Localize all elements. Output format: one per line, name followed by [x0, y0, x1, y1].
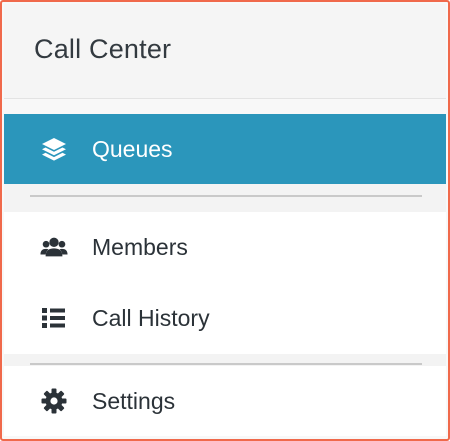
layers-icon — [40, 135, 68, 163]
divider — [30, 195, 422, 197]
nav-item-call-history[interactable]: Call History — [4, 282, 446, 354]
nav-item-settings[interactable]: Settings — [4, 366, 446, 436]
panel-header: Call Center — [4, 4, 446, 99]
nav-item-queues[interactable]: Queues — [4, 114, 446, 184]
divider — [30, 363, 422, 365]
users-icon — [40, 233, 68, 261]
section-gap — [4, 184, 446, 212]
call-center-panel: Call Center Queues Members Call History … — [0, 0, 450, 441]
gear-icon — [40, 387, 68, 415]
nav-item-label: Settings — [92, 387, 176, 414]
list-icon — [40, 304, 68, 332]
nav-item-label: Queues — [92, 135, 173, 162]
nav-item-members[interactable]: Members — [4, 212, 446, 282]
nav-item-label: Members — [92, 233, 188, 260]
nav-item-label: Call History — [92, 304, 210, 331]
page-title: Call Center — [34, 34, 172, 64]
